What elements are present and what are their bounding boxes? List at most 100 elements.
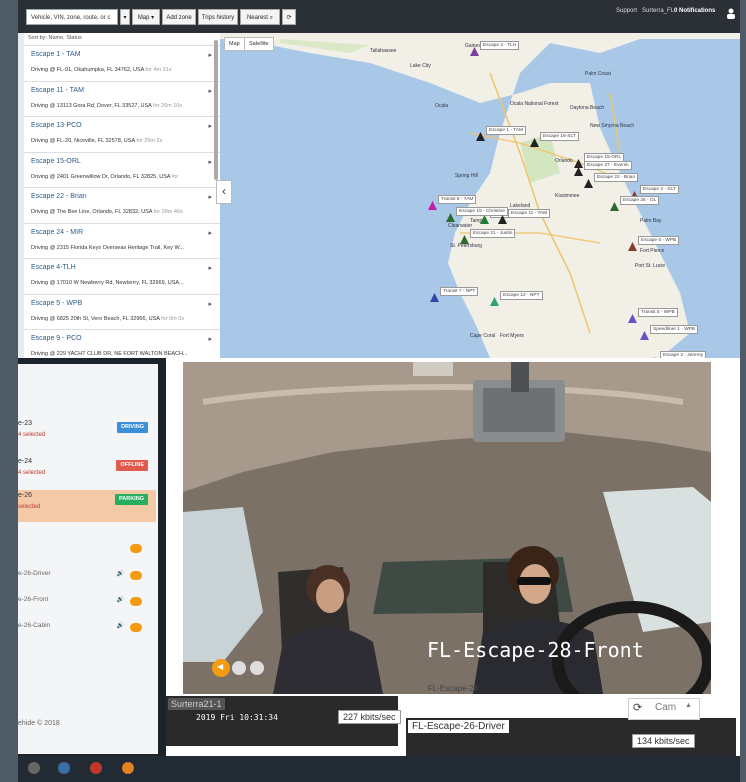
- monitor-vehicle-row[interactable]: e-24 4 selected OFFLINE: [18, 456, 156, 488]
- search-input[interactable]: Vehicle, VIN, zone, route, or c: [26, 9, 118, 25]
- camera-select-button[interactable]: ⟳ Cam ▲: [628, 698, 700, 720]
- city-label: Fort Pierce: [640, 248, 665, 254]
- vehicle-status-age: for 4m 31s: [145, 67, 172, 73]
- vehicle-marker-label[interactable]: Escape 22 - Brian: [594, 173, 639, 182]
- sort-by-control[interactable]: Sort by: Name, Status: [24, 33, 220, 45]
- vehicle-marker-label[interactable]: Speedliner 1 - WPB: [650, 325, 699, 334]
- vehicle-row[interactable]: Escape 4-TLH ▸ Driving @ 17010 W Newberry …: [24, 258, 220, 294]
- vehicle-marker-label[interactable]: Escape 6 - WPB: [638, 236, 680, 245]
- vehicle-marker-label[interactable]: Escape 2 - Jeremy: [660, 351, 706, 358]
- master-toggle[interactable]: [130, 544, 142, 553]
- vehicle-marker-label[interactable]: Escape 21 - Justin: [470, 229, 516, 238]
- vehicle-row[interactable]: Escape 9 - PCO ▸ Driving @ 229 YACHT CLUB …: [24, 329, 220, 358]
- vehicle-status: Driving @ The Bee Line, Orlando, FL 3283…: [31, 209, 211, 215]
- monitor-vehicle-selected: 4 selected: [18, 432, 46, 438]
- vehicle-marker-label[interactable]: Escape 25 - OL: [620, 196, 660, 205]
- volume-icon[interactable]: 🔊: [117, 622, 124, 629]
- vehicle-row[interactable]: Escape 11 - TAM ▸ Driving @ 13113 Gora Rd,…: [24, 80, 220, 117]
- refresh-icon[interactable]: ⟳: [633, 701, 642, 714]
- chevron-right-icon: ▸: [208, 123, 212, 130]
- monitor-vehicle-row[interactable]: e-23 4 selected DRIVING: [18, 418, 156, 450]
- camera-row[interactable]: e-26-Front 🔊: [18, 592, 156, 612]
- vehicle-status-text: Driving @ 2401 Greenwillow Dr, Orlando, …: [31, 173, 171, 180]
- taskbar-app-icon[interactable]: [58, 762, 70, 774]
- collapse-panel-button[interactable]: ‹: [216, 180, 232, 204]
- map-type-map-tab[interactable]: Map: [224, 37, 245, 51]
- camera-toggle[interactable]: [130, 623, 142, 632]
- chevron-right-icon: ▸: [208, 229, 212, 237]
- vehicle-row[interactable]: Escape 5 - WPB ▸ Driving @ 6825 20th St, V…: [24, 293, 220, 330]
- vehicle-list-panel: Sort by: Name, Status Escape 1 - TAM ▸ Dri…: [24, 33, 221, 358]
- chevron-right-icon: ▸: [208, 87, 212, 95]
- camera-toggle[interactable]: [130, 571, 142, 580]
- vehicle-row[interactable]: Escape 15-ORL ▸ Driving @ 2401 Greenwillow…: [24, 151, 220, 188]
- vehicle-status-text: Driving @ The Bee Line, Orlando, FL 3283…: [31, 209, 153, 215]
- camera-row[interactable]: e-26-Driver 🔊: [18, 566, 156, 586]
- taskbar-app-icon[interactable]: [28, 762, 40, 774]
- city-label: Palm Bay: [640, 218, 662, 224]
- vehicle-row[interactable]: Escape 1 - TAM ▸ Driving @ FL-91, Okahumpk…: [24, 45, 220, 81]
- volume-icon[interactable]: 🔊: [117, 570, 124, 577]
- camera-row[interactable]: e-26-Cabin 🔊: [18, 618, 156, 638]
- vehicle-list: Escape 1 - TAM ▸ Driving @ FL-91, Okahumpk…: [24, 45, 220, 358]
- vehicle-marker-label[interactable]: Transit 7 - NPT: [440, 287, 479, 296]
- vehicle-marker-label[interactable]: Escape 16-SLT: [540, 132, 579, 141]
- map-button-label: Map: [137, 15, 150, 21]
- vehicle-marker-label[interactable]: Transit 5 - WPB: [638, 308, 678, 317]
- vehicle-status-text: Driving @ 17010 W Newberry Rd, Newberry,…: [31, 280, 184, 286]
- notifications-link[interactable]: 0 Notifications: [674, 8, 715, 14]
- camera-feed-video[interactable]: ◀ FL-Escape-28-Front: [183, 362, 711, 694]
- add-zone-button[interactable]: Add zone: [162, 9, 196, 25]
- vehicle-status: Driving @ 2315 Florida Keys Overseas Her…: [31, 245, 211, 251]
- vehicle-status-age: for 25m 2s: [136, 138, 163, 144]
- vehicle-status-age: for 26m 10s: [153, 102, 183, 109]
- play-button[interactable]: ◀: [202, 656, 232, 676]
- vehicle-status-text: Driving @ 2315 Florida Keys Overseas Her…: [31, 244, 184, 251]
- vehicle-name: Escape 24 - MIR: [31, 228, 84, 236]
- vehicle-row[interactable]: Escape 13-PCO ▸ Driving @ FL-20, Niceville…: [24, 116, 220, 152]
- vehicle-name: Escape 11 - TAM: [31, 86, 84, 94]
- video-monitor-screen: e-23 4 selected DRIVING e-24 4 selected OFFLI…: [18, 358, 740, 782]
- vehicle-list-scrollbar[interactable]: [214, 40, 218, 180]
- taskbar-app-icon[interactable]: [122, 762, 134, 774]
- vehicle-marker-label[interactable]: Transit 8 - TAM: [438, 195, 477, 204]
- vehicle-row[interactable]: Escape 24 - MIR ▸ Driving @ 2315 Florida K…: [24, 222, 220, 259]
- monitor-vehicle-selected: 4 selected: [18, 470, 46, 476]
- volume-icon[interactable]: 🔊: [117, 596, 124, 603]
- vehicle-marker-label[interactable]: Escape 4 - TLH: [480, 41, 520, 50]
- camera-toggle[interactable]: [130, 597, 142, 606]
- strip2-bitrate: 134 kbits/sec: [632, 734, 695, 748]
- strip1-name: Surterra21-1: [168, 698, 225, 710]
- snapshot-camera-icon[interactable]: [250, 661, 264, 675]
- vehicle-marker-label[interactable]: Escape 1 - TAM: [486, 126, 526, 135]
- vehicle-row[interactable]: Escape 22 - Brian ▸ Driving @ The Bee Line…: [24, 187, 220, 223]
- master-audio-row: [18, 542, 156, 556]
- vehicle-status-text: Driving @ FL-20, Niceville, FL 32578, US…: [31, 138, 135, 144]
- taskbar-app-icon[interactable]: [90, 762, 102, 774]
- vehicle-marker-label[interactable]: Escape 3 - SLT: [640, 185, 679, 194]
- strip1-timestamp: 2019 Fri 10:31:34: [196, 713, 278, 722]
- monitor-vehicle-name: e-24: [18, 458, 33, 465]
- map-type-satellite-tab[interactable]: Satellite: [244, 37, 274, 51]
- status-badge: OFFLINE: [116, 460, 148, 471]
- strip2-name: FL-Escape-26-Driver: [408, 720, 509, 733]
- map-view[interactable]: Map Satellite Gainesville Ocala Ocala Nati…: [220, 33, 740, 358]
- search-dropdown-button[interactable]: ▾: [120, 9, 130, 25]
- monitor-vehicle-row[interactable]: e-26 selected PARKING: [18, 490, 156, 522]
- vehicle-marker-label[interactable]: Escape 27 - Evenin: [584, 161, 632, 170]
- monitor-vehicle-name: e-23: [18, 420, 33, 427]
- vehicle-name: Escape 1 - TAM: [31, 51, 81, 58]
- nearest-button[interactable]: Nearest ⌕: [240, 9, 280, 25]
- user-icon[interactable]: [726, 6, 736, 19]
- monitor-vehicle-name: e-26: [18, 492, 33, 499]
- vehicle-marker-label[interactable]: Escape 12 - NPT: [500, 291, 543, 300]
- city-label: Orlando: [555, 158, 573, 164]
- record-icon[interactable]: [232, 661, 246, 675]
- vehicle-marker-label[interactable]: Escape 19 - Christine: [456, 207, 508, 216]
- support-link[interactable]: Support: [616, 8, 637, 14]
- refresh-icon[interactable]: ⟳: [282, 9, 296, 25]
- vehicle-marker-label[interactable]: Escape 11 - TAM: [508, 209, 551, 218]
- trips-history-button[interactable]: Trips history: [198, 9, 238, 25]
- user-name[interactable]: Surterra_FL: [642, 8, 674, 14]
- map-button[interactable]: Map ▾: [132, 9, 160, 25]
